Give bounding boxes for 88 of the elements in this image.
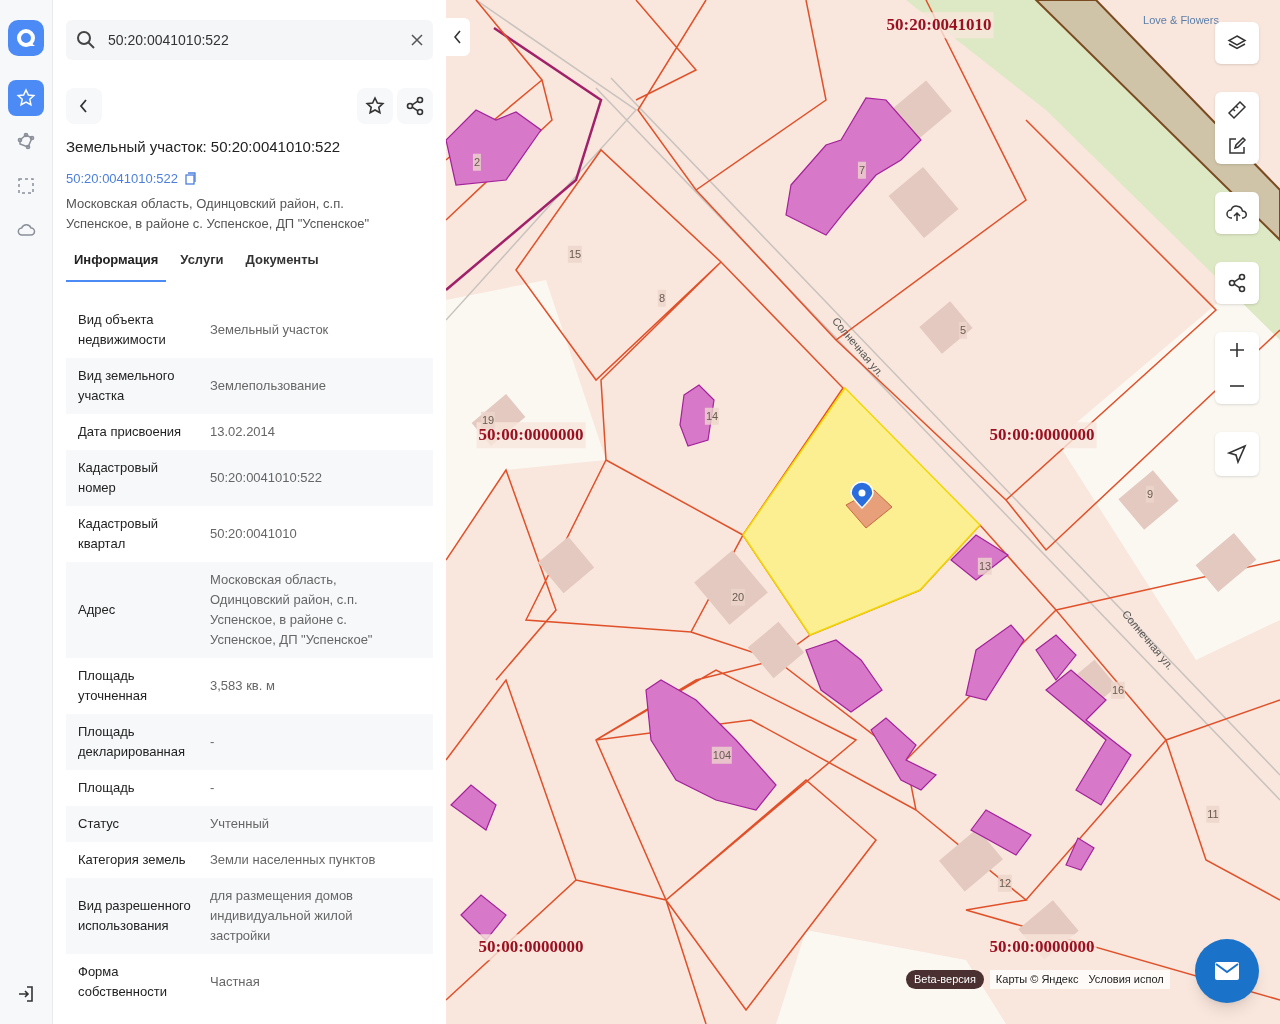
field-label: Дата присвоения	[78, 422, 183, 441]
layers-button[interactable]	[1215, 22, 1259, 64]
quarter-label: 50:20:0041010	[884, 12, 994, 38]
share-button[interactable]	[397, 88, 433, 124]
house-number: 11	[1206, 805, 1220, 823]
beta-badge: Beta-версия	[906, 970, 984, 989]
star-icon	[365, 96, 385, 116]
field-value: 50:20:0041010:522	[210, 468, 324, 487]
house-number: 7	[857, 161, 867, 179]
collapse-panel-button[interactable]	[446, 18, 470, 56]
field-label: Адрес	[78, 600, 117, 619]
mail-button[interactable]	[1195, 939, 1259, 1003]
building	[1065, 837, 1095, 871]
star-icon	[16, 88, 36, 108]
house-number: 2	[472, 153, 482, 171]
house-number: 13	[977, 557, 993, 575]
field-label: Вид земельного участка	[78, 366, 176, 405]
quarter-label: 50:00:0000000	[476, 934, 586, 960]
field-value: Частная	[210, 972, 261, 991]
upload-button[interactable]	[1215, 192, 1259, 234]
share-icon	[405, 96, 425, 116]
field-label: Форма собственности	[78, 962, 168, 1001]
copy-icon[interactable]	[184, 171, 198, 185]
search-icon	[76, 30, 96, 50]
terms-link[interactable]: Условия испол	[1088, 971, 1164, 988]
building	[450, 784, 497, 831]
field-value: -	[210, 732, 216, 751]
cloud-upload-icon	[1226, 203, 1248, 223]
field-label: Статус	[78, 814, 121, 833]
edit-icon[interactable]	[1227, 136, 1247, 156]
field-value: Землепользование	[210, 376, 327, 395]
envelope-icon	[1214, 961, 1240, 981]
location-pin-icon	[850, 481, 874, 509]
building	[970, 809, 1032, 856]
house-number: 5	[958, 321, 968, 339]
parcel-address: Московская область, Одинцовский район, с.п. Успенское, в районе с. Успенское, ДП "Успенское"	[66, 195, 371, 233]
chevron-left-icon	[79, 99, 89, 113]
navigation-arrow-icon	[1227, 444, 1247, 464]
field-value: -	[210, 778, 216, 797]
house-number: 12	[997, 874, 1013, 892]
field-label: Площадь	[78, 778, 136, 797]
parcel-title: Земельный участок: 50:20:0041010:522	[66, 137, 342, 157]
field-label: Кадастровый квартал	[78, 514, 160, 553]
field-value: для размещения домов индивидуальной жилой застройки	[210, 886, 355, 945]
field-value: 13.02.2014	[210, 422, 277, 441]
cadastral-number-link[interactable]: 50:20:0041010:522	[66, 168, 179, 188]
app-logo-icon[interactable]	[8, 20, 44, 56]
house-number: 8	[657, 289, 667, 307]
zoom-in-icon[interactable]	[1229, 342, 1245, 358]
field-label: Вид объекта недвижимости	[78, 310, 167, 349]
field-value: 3,583 кв. м	[210, 676, 276, 695]
rail-button[interactable]	[8, 80, 44, 116]
house-number: 20	[730, 588, 746, 606]
field-label: Площадь декларированная	[78, 722, 187, 761]
quarter-label: 50:00:0000000	[987, 422, 1097, 448]
share-map-button[interactable]	[1215, 262, 1259, 304]
house-number: 14	[704, 407, 720, 425]
field-value: Учтенный	[210, 814, 271, 833]
polygon-icon	[16, 132, 36, 152]
house-number: 15	[567, 245, 583, 263]
field-label: Площадь уточненная	[78, 666, 149, 705]
field-value: Земельный участок	[210, 320, 330, 339]
house-number: 104	[711, 746, 733, 764]
field-value: Земли населенных пунктов	[210, 850, 377, 869]
dashed-square-icon	[16, 176, 36, 196]
chevron-left-icon	[454, 30, 462, 44]
logout-icon[interactable]	[16, 984, 36, 1004]
locate-button[interactable]	[1215, 432, 1259, 476]
field-label: Вид разрешенного использования	[78, 896, 192, 935]
house-number: 19	[480, 411, 496, 429]
place-label: Love & Flowers	[1143, 12, 1219, 28]
tab[interactable]: Документы	[237, 246, 327, 282]
house-number: 16	[1110, 681, 1126, 699]
share-icon	[1227, 273, 1247, 293]
field-value: 50:20:0041010	[210, 524, 298, 543]
tab[interactable]: Информация	[66, 246, 167, 282]
house-number: 9	[1145, 485, 1155, 503]
close-icon[interactable]	[411, 34, 423, 46]
map-attribution: Карты © Яндекс	[995, 972, 1079, 987]
field-value: Московская область, Одинцовский район, с.п. Успенское, в районе с. Успенское, ДП "Успенское"	[210, 570, 374, 649]
field-label: Категория земель	[78, 850, 187, 869]
quarter-label: 50:00:0000000	[987, 934, 1097, 960]
search-input[interactable]: 50:20:0041010:522	[108, 29, 399, 51]
favorite-button[interactable]	[357, 88, 393, 124]
tab[interactable]: Услуги	[172, 246, 232, 282]
field-label: Кадастровый номер	[78, 458, 160, 497]
search-field[interactable]: 50:20:0041010:522	[66, 20, 433, 60]
ruler-icon[interactable]	[1227, 100, 1247, 120]
